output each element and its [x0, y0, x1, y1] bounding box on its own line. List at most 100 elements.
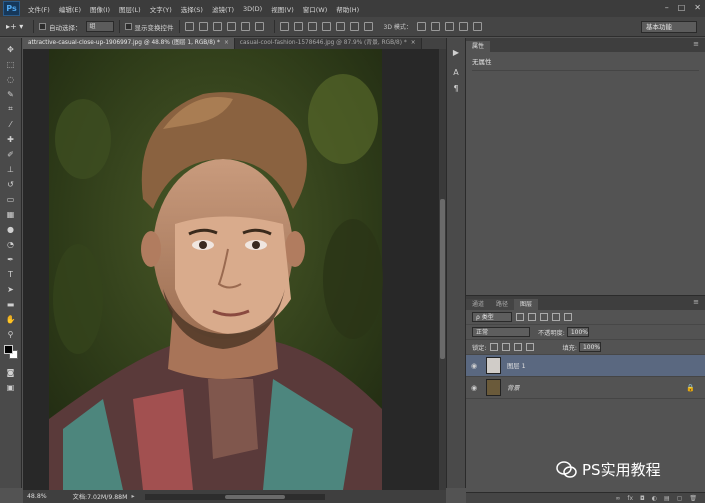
auto-select-option[interactable]: 自动选择： — [39, 22, 82, 32]
menu-layer[interactable]: 图层(L) — [119, 4, 141, 14]
menu-file[interactable]: 文件(F) — [28, 4, 50, 14]
tab-properties[interactable]: 属性 — [466, 41, 491, 52]
zoom-tool-icon[interactable]: ⚲ — [4, 328, 18, 340]
character-panel-icon[interactable]: A — [449, 66, 463, 78]
workspace-dropdown[interactable]: 基本功能 — [641, 21, 697, 33]
tab-paths[interactable]: 路径 — [490, 299, 515, 310]
new-group-icon[interactable]: ▤ — [664, 495, 670, 502]
adjustment-layer-icon[interactable]: ◐ — [652, 495, 657, 502]
menu-type[interactable]: 文字(Y) — [150, 4, 172, 14]
distribute-vcenter-icon[interactable] — [293, 22, 303, 31]
distribute-hcenter-icon[interactable] — [335, 22, 345, 31]
visibility-eye-icon[interactable]: ◉ — [466, 362, 482, 370]
show-transform-checkbox[interactable] — [124, 23, 132, 30]
3d-slide-icon[interactable] — [458, 22, 468, 31]
panel-menu-icon[interactable]: ≡ — [693, 298, 699, 306]
path-selection-tool-icon[interactable]: ➤ — [4, 283, 18, 295]
filter-shape-icon[interactable] — [552, 313, 560, 321]
auto-select-dropdown[interactable]: 组 — [85, 21, 114, 32]
eyedropper-tool-icon[interactable]: ⁄ — [4, 118, 18, 130]
vertical-scroll-thumb[interactable] — [440, 199, 445, 359]
vertical-scrollbar[interactable] — [439, 49, 446, 490]
healing-brush-tool-icon[interactable]: ✚ — [4, 133, 18, 145]
layer-name[interactable]: 背景 — [507, 383, 520, 392]
pen-tool-icon[interactable]: ✒ — [4, 253, 18, 265]
shape-tool-icon[interactable]: ▬ — [4, 298, 18, 310]
menu-help[interactable]: 帮助(H) — [336, 4, 359, 14]
layer-row-background[interactable]: ◉ 背景 🔒 — [466, 377, 705, 399]
blur-tool-icon[interactable]: ● — [4, 223, 18, 235]
status-menu-icon[interactable]: ▸ — [131, 493, 134, 500]
align-hcenter-icon[interactable] — [240, 22, 250, 31]
tab-document-1[interactable]: attractive-casual-close-up-1906997.jpg @… — [23, 38, 235, 49]
clone-stamp-tool-icon[interactable]: ⊥ — [4, 163, 18, 175]
lasso-tool-icon[interactable]: ◌ — [4, 73, 18, 85]
menu-edit[interactable]: 编辑(E) — [59, 4, 81, 14]
filter-pixel-icon[interactable] — [516, 313, 524, 321]
crop-tool-icon[interactable]: ⌗ — [4, 103, 18, 115]
align-right-icon[interactable] — [254, 22, 264, 31]
lock-transparent-icon[interactable] — [490, 343, 499, 351]
lock-all-icon[interactable] — [526, 343, 535, 351]
3d-roll-icon[interactable] — [430, 22, 440, 31]
tab-document-2[interactable]: casual-cool-fashion-1578646.jpg @ 87.9% … — [234, 38, 422, 49]
move-tool-preset[interactable]: ▸+ ▾ — [6, 22, 28, 31]
marquee-tool-icon[interactable]: ⬚ — [4, 58, 18, 70]
brush-tool-icon[interactable]: ✐ — [4, 148, 18, 160]
distribute-top-icon[interactable] — [279, 22, 289, 31]
opacity-input[interactable]: 100% — [566, 327, 589, 337]
menu-image[interactable]: 图像(I) — [90, 4, 110, 14]
tab-channels[interactable]: 通道 — [466, 299, 491, 310]
panel-menu-icon[interactable]: ≡ — [693, 40, 699, 48]
hand-tool-icon[interactable]: ✋ — [4, 313, 18, 325]
align-left-icon[interactable] — [226, 22, 236, 31]
menu-select[interactable]: 选择(S) — [181, 4, 203, 14]
filter-adjustment-icon[interactable] — [528, 313, 536, 321]
quick-select-tool-icon[interactable]: ✎ — [4, 88, 18, 100]
eraser-tool-icon[interactable]: ▭ — [4, 193, 18, 205]
quick-mask-icon[interactable]: ◙ — [4, 366, 18, 378]
show-transform-option[interactable]: 显示变换控件 — [124, 22, 174, 32]
3d-scale-icon[interactable] — [472, 22, 482, 31]
canvas-area[interactable] — [23, 49, 439, 490]
screen-mode-icon[interactable]: ▣ — [4, 381, 18, 393]
menu-view[interactable]: 视图(V) — [271, 4, 294, 14]
minimize-icon[interactable]: – — [665, 3, 669, 12]
delete-layer-icon[interactable]: 🗑 — [689, 495, 697, 502]
lock-image-icon[interactable] — [502, 343, 511, 351]
dodge-tool-icon[interactable]: ◔ — [4, 238, 18, 250]
horizontal-scroll-thumb[interactable] — [224, 494, 285, 499]
filter-type-icon[interactable] — [540, 313, 548, 321]
menu-window[interactable]: 窗口(W) — [303, 4, 328, 14]
align-bottom-icon[interactable] — [212, 22, 222, 31]
distribute-left-icon[interactable] — [321, 22, 331, 31]
tab-layers[interactable]: 图层 — [514, 299, 539, 310]
color-swatches[interactable] — [2, 344, 20, 360]
lock-position-icon[interactable] — [514, 343, 523, 351]
filter-smart-object-icon[interactable] — [564, 313, 572, 321]
add-mask-icon[interactable]: ◘ — [640, 495, 645, 502]
layer-style-icon[interactable]: fx — [627, 495, 633, 502]
layer-row-layer1[interactable]: ◉ 图层 1 — [466, 355, 705, 377]
visibility-eye-icon[interactable]: ◉ — [466, 384, 482, 392]
distribute-right-icon[interactable] — [349, 22, 359, 31]
3d-pan-icon[interactable] — [444, 22, 454, 31]
auto-select-checkbox[interactable] — [39, 23, 46, 30]
play-icon[interactable]: ▶ — [449, 46, 463, 58]
fill-input[interactable]: 100% — [578, 342, 601, 352]
close-icon[interactable]: ✕ — [694, 3, 701, 12]
align-vcenter-icon[interactable] — [198, 22, 208, 31]
link-layers-icon[interactable]: ∞ — [615, 495, 620, 502]
document-canvas[interactable] — [23, 49, 439, 490]
distribute-bottom-icon[interactable] — [307, 22, 317, 31]
foreground-color[interactable] — [3, 345, 13, 354]
type-tool-icon[interactable]: T — [4, 268, 18, 280]
new-layer-icon[interactable]: ▢ — [677, 495, 683, 502]
document-info[interactable]: 文档:7.02M/9.88M — [73, 492, 128, 501]
horizontal-scrollbar[interactable] — [144, 493, 325, 500]
zoom-level[interactable]: 48.8% — [27, 493, 47, 500]
auto-align-icon[interactable] — [363, 22, 373, 31]
maximize-icon[interactable]: □ — [678, 3, 686, 12]
layer-name[interactable]: 图层 1 — [507, 361, 526, 370]
menu-3d[interactable]: 3D(D) — [243, 5, 262, 13]
